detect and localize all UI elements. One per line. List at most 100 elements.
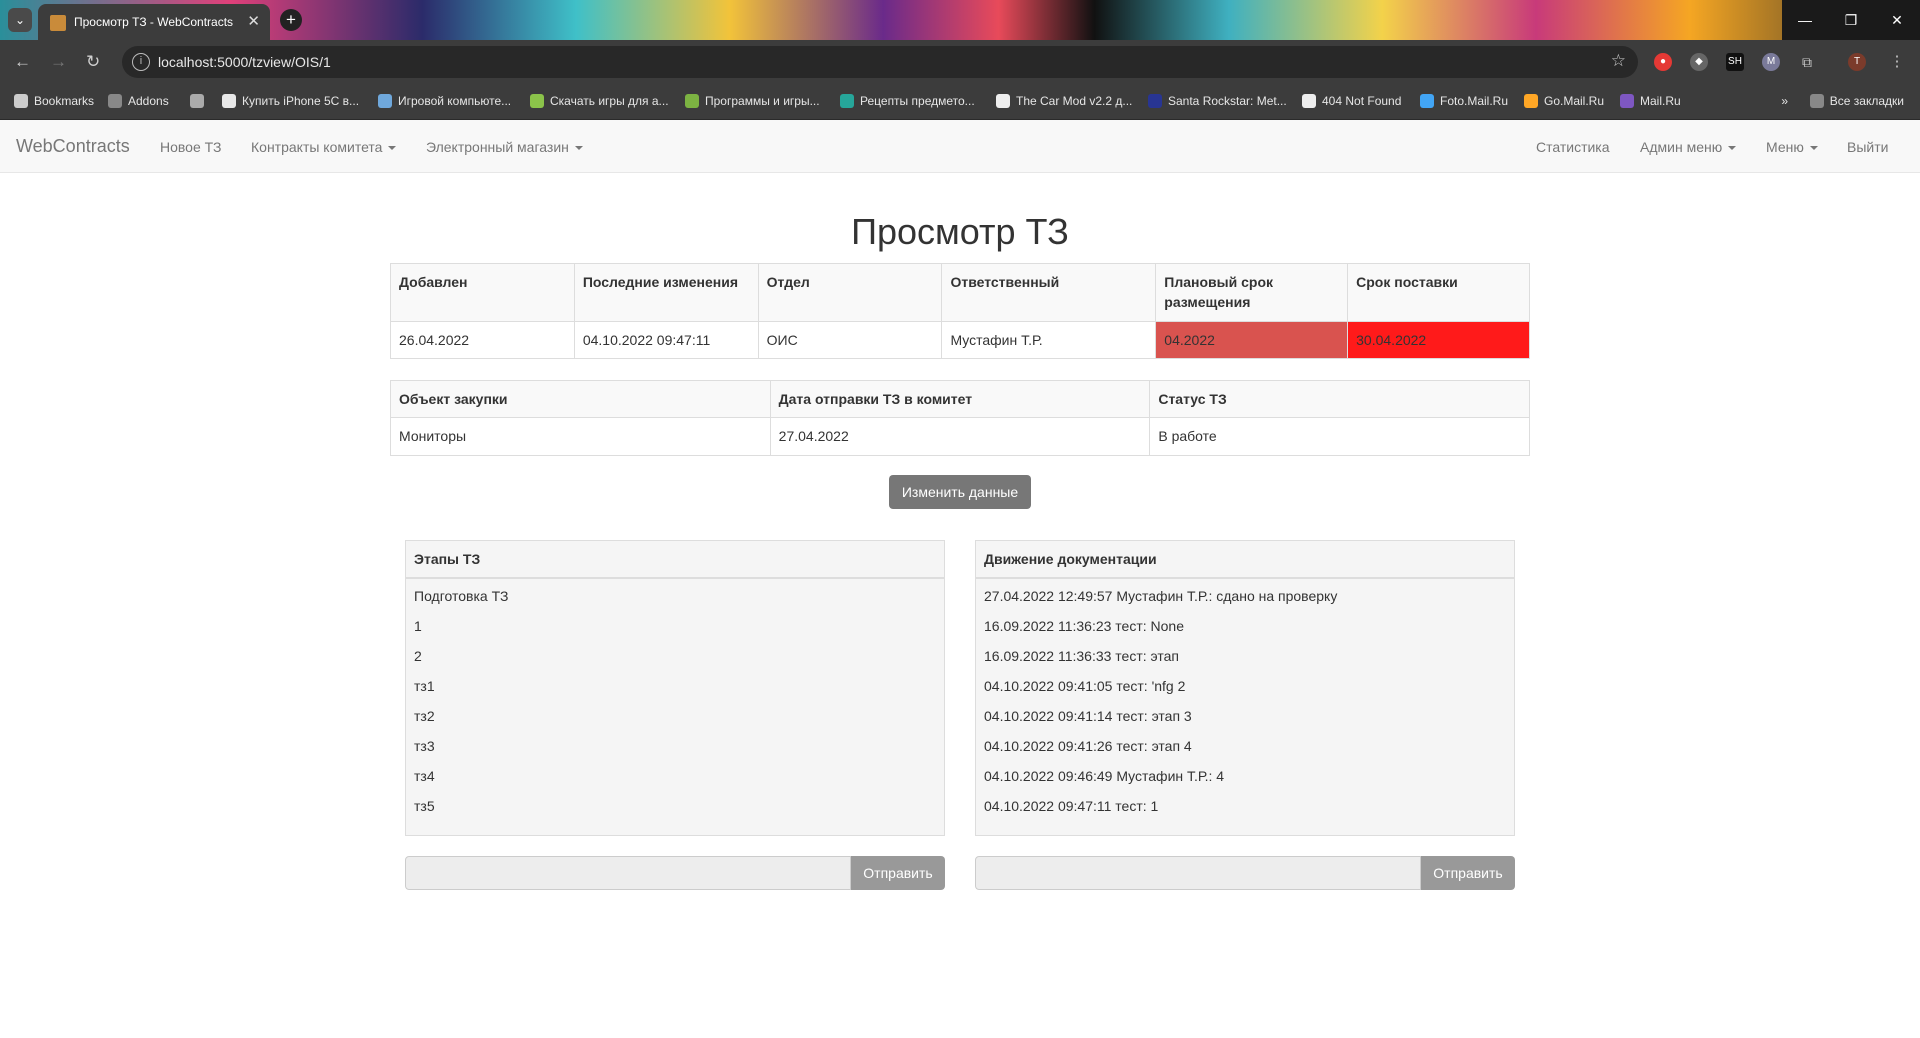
th-last-changed: Последние изменения xyxy=(573,263,759,322)
stage-item: 2 xyxy=(414,648,422,664)
bookmark-label: Foto.Mail.Ru xyxy=(1440,94,1509,108)
extension-puzzle-icon[interactable]: ◆ xyxy=(1690,53,1708,71)
chevron-down-icon xyxy=(388,146,397,150)
extensions-menu-icon[interactable]: ⧉ xyxy=(1798,53,1816,71)
th-added: Добавлен xyxy=(390,263,575,322)
browser-tab-strip: ⌄ Просмотр ТЗ - WebContracts ✕ + — ❐ ✕ xyxy=(0,0,1920,40)
docs-list: 27.04.2022 12:49:57 Мустафин Т.Р.: сдано… xyxy=(976,579,1514,821)
stage-item: тз4 xyxy=(414,768,435,784)
close-window-icon[interactable]: ✕ xyxy=(1874,0,1920,40)
stage-item: 1 xyxy=(414,618,422,634)
table-row: Мониторы 27.04.2022 В работе xyxy=(390,417,1530,456)
omnibox[interactable]: i localhost:5000/tzview/OIS/1 ☆ xyxy=(122,46,1638,78)
bookmark-favicon-icon xyxy=(1420,94,1434,108)
chevron-down-icon xyxy=(1728,146,1737,150)
td-delivery-date: 30.04.2022 xyxy=(1347,321,1530,359)
bookmark-item[interactable]: Купить iPhone 5C в... xyxy=(222,94,359,108)
site-navbar: WebContracts Новое ТЗ Контракты комитета… xyxy=(0,120,1920,173)
nav-menu[interactable]: Меню xyxy=(1766,139,1818,155)
stage-item: тз1 xyxy=(414,678,435,694)
tab-close-icon[interactable]: ✕ xyxy=(247,12,260,30)
profile-avatar-icon[interactable]: T xyxy=(1848,53,1866,71)
forward-icon[interactable]: → xyxy=(50,52,67,72)
bookmark-label: The Car Mod v2.2 д... xyxy=(1016,94,1133,108)
bookmark-label: 404 Not Found xyxy=(1322,94,1402,108)
stage-item: Подготовка ТЗ xyxy=(414,588,509,604)
nav-committee-contracts[interactable]: Контракты комитета xyxy=(251,139,397,155)
th-status: Статус ТЗ xyxy=(1149,380,1530,418)
bookmark-item[interactable]: Bookmarks xyxy=(14,94,94,108)
bookmark-item[interactable]: Mail.Ru xyxy=(1620,94,1681,108)
doc-movement-item: 27.04.2022 12:49:57 Мустафин Т.Р.: сдано… xyxy=(984,588,1338,604)
reload-icon[interactable]: ↻ xyxy=(86,52,100,72)
bookmark-item[interactable]: The Car Mod v2.2 д... xyxy=(996,94,1132,108)
bookmark-favicon-icon xyxy=(378,94,392,108)
extension-red-icon[interactable]: ● xyxy=(1654,53,1672,71)
nav-logout[interactable]: Выйти xyxy=(1847,139,1888,155)
td-planned-date: 04.2022 xyxy=(1155,321,1349,359)
th-planned-date: Плановый срок размещения xyxy=(1155,263,1349,322)
edit-data-button[interactable]: Изменить данные xyxy=(889,475,1031,509)
address-bar-row: ← → ↻ i localhost:5000/tzview/OIS/1 ☆ ● … xyxy=(0,40,1920,84)
nav-logout-label: Выйти xyxy=(1847,139,1889,155)
td-last-changed: 04.10.2022 09:47:11 xyxy=(573,321,759,359)
new-tab-icon[interactable]: + xyxy=(280,9,302,31)
nav-statistics[interactable]: Статистика xyxy=(1536,139,1610,155)
back-icon[interactable]: ← xyxy=(14,52,31,72)
bookmark-favicon-icon xyxy=(1524,94,1538,108)
bookmark-favicon-icon xyxy=(14,94,28,108)
stage-item: тз2 xyxy=(414,708,435,724)
bookmark-label: Go.Mail.Ru xyxy=(1544,94,1605,108)
nav-new-tz-label: Новое ТЗ xyxy=(160,139,222,155)
all-bookmarks[interactable]: Все закладки xyxy=(1809,94,1904,108)
nav-eshop-label: Электронный магазин xyxy=(426,139,569,155)
stage-item: тз5 xyxy=(414,798,435,814)
doc-movement-item: 04.10.2022 09:46:49 Мустафин Т.Р.: 4 xyxy=(984,768,1225,784)
bookmark-item[interactable]: Рецепты предмето... xyxy=(840,94,975,108)
doc-input[interactable] xyxy=(975,856,1421,890)
stage-send-button[interactable]: Отправить xyxy=(851,856,945,890)
extension-m-icon[interactable]: M xyxy=(1762,53,1780,71)
nav-new-tz[interactable]: Новое ТЗ xyxy=(160,139,222,155)
bookmark-item[interactable]: Foto.Mail.Ru xyxy=(1420,94,1508,108)
stage-input[interactable] xyxy=(405,856,851,890)
nav-admin-menu-label: Админ меню xyxy=(1640,139,1723,155)
brand-link[interactable]: WebContracts xyxy=(16,136,130,157)
nav-menu-label: Меню xyxy=(1766,139,1804,155)
bookmark-item[interactable]: 404 Not Found xyxy=(1302,94,1401,108)
bookmark-item[interactable]: Santa Rockstar: Met... xyxy=(1148,94,1287,108)
td-object: Мониторы xyxy=(390,417,771,456)
bookmark-item[interactable]: Go.Mail.Ru xyxy=(1524,94,1604,108)
td-department: ОИС xyxy=(757,321,943,359)
nav-admin-menu[interactable]: Админ меню xyxy=(1640,139,1737,155)
nav-statistics-label: Статистика xyxy=(1536,139,1610,155)
bookmark-favicon-icon xyxy=(108,94,122,108)
active-tab[interactable]: Просмотр ТЗ - WebContracts ✕ xyxy=(38,4,270,40)
docs-panel: Движение документации 27.04.2022 12:49:5… xyxy=(975,540,1515,836)
bookmark-favicon-icon xyxy=(840,94,854,108)
bookmarks-overflow-icon[interactable]: » xyxy=(1781,94,1788,108)
th-responsible: Ответственный xyxy=(941,263,1157,322)
doc-send-button[interactable]: Отправить xyxy=(1421,856,1515,890)
minimize-icon[interactable]: — xyxy=(1782,0,1828,40)
bookmark-item[interactable]: Addons xyxy=(108,94,169,108)
chevron-down-icon xyxy=(574,146,583,150)
browser-menu-icon[interactable]: ⋮ xyxy=(1888,53,1906,71)
tab-favicon-icon xyxy=(50,15,66,31)
bookmark-favicon-icon xyxy=(530,94,544,108)
url-text[interactable]: localhost:5000/tzview/OIS/1 xyxy=(158,54,331,70)
bookmark-favicon-icon xyxy=(996,94,1010,108)
doc-movement-item: 04.10.2022 09:41:26 тест: этап 4 xyxy=(984,738,1192,754)
tab-search-icon[interactable]: ⌄ xyxy=(8,8,32,32)
bookmark-star-icon[interactable]: ☆ xyxy=(1611,51,1626,71)
nav-eshop[interactable]: Электронный магазин xyxy=(426,139,583,155)
extension-sh-icon[interactable]: SH xyxy=(1726,53,1744,71)
bookmark-label: Рецепты предмето... xyxy=(860,94,975,108)
docs-send-row: Отправить xyxy=(975,856,1515,890)
bookmark-item[interactable]: Игровой компьюте... xyxy=(378,94,511,108)
bookmark-item[interactable] xyxy=(190,94,210,108)
site-info-icon[interactable]: i xyxy=(132,53,150,71)
restore-icon[interactable]: ❐ xyxy=(1828,0,1874,40)
bookmark-item[interactable]: Скачать игры для а... xyxy=(530,94,669,108)
bookmark-item[interactable]: Программы и игры... xyxy=(685,94,820,108)
